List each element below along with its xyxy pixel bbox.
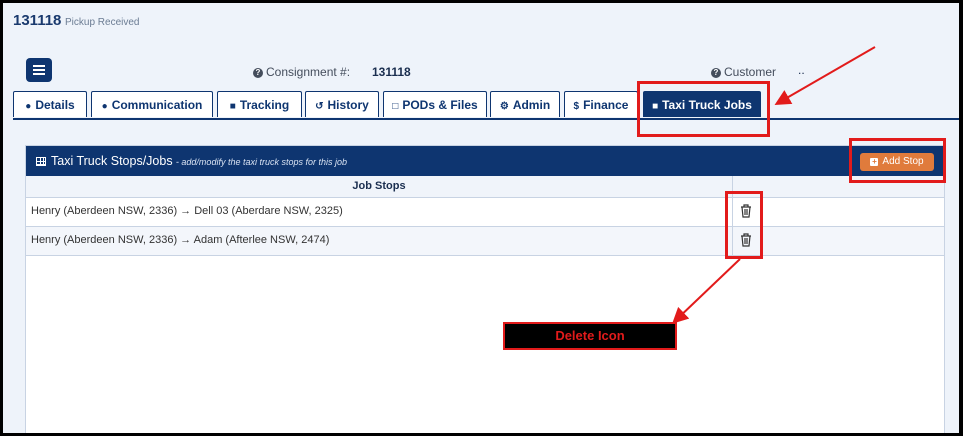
comment-icon: ● [101, 101, 108, 112]
table-header-row: Job Stops [26, 176, 944, 198]
question-icon: ? [711, 68, 721, 78]
taxi-truck-stops-panel: Taxi Truck Stops/Jobs - add/modify the t… [25, 145, 945, 433]
job-stops-cell: Henry (Aberdeen NSW, 2336) → Dell 03 (Ab… [31, 205, 343, 217]
page-frame: 131118 Pickup Received ? Consignment #: 1… [3, 3, 959, 433]
tab-details[interactable]: ● Details [13, 91, 87, 117]
annotation-highlight-delete [725, 191, 763, 259]
user-icon: ● [25, 101, 32, 112]
annotation-highlight-add-stop [849, 138, 946, 183]
table-row: Henry (Aberdeen NSW, 2336) → Adam (After… [26, 227, 944, 256]
hamburger-menu-button[interactable] [26, 58, 52, 82]
consignment-value: 131118 [372, 65, 411, 79]
customer-label: ? Customer [711, 65, 776, 79]
menu-icon-line [33, 69, 45, 71]
history-icon: ↺ [315, 101, 324, 112]
panel-title-text: Taxi Truck Stops/Jobs [51, 154, 173, 168]
delete-icon-annotation-label: Delete Icon [503, 322, 677, 350]
tab-label: Finance [583, 98, 629, 112]
menu-icon-line [33, 73, 45, 75]
tab-label: Communication [111, 98, 203, 112]
menu-icon [33, 65, 45, 67]
table-icon [36, 157, 46, 166]
truck-icon: ■ [229, 101, 236, 112]
job-number: 131118 [13, 12, 62, 29]
file-icon: □ [392, 101, 399, 112]
annotation-highlight-tab [637, 81, 770, 137]
panel-header: Taxi Truck Stops/Jobs - add/modify the t… [26, 146, 944, 176]
tab-finance[interactable]: $ Finance [564, 91, 638, 117]
job-stops-cell: Henry (Aberdeen NSW, 2336) → Adam (After… [31, 234, 330, 246]
dollar-icon: $ [573, 101, 580, 112]
tab-admin[interactable]: ⚙ Admin [490, 91, 560, 117]
job-status: Pickup Received [65, 17, 140, 28]
tab-label: PODs & Files [402, 98, 478, 112]
consignment-label-text: Consignment #: [266, 65, 351, 79]
panel-subtitle: - add/modify the taxi truck stops for th… [175, 157, 347, 167]
tab-pods-files[interactable]: □ PODs & Files [383, 91, 487, 117]
question-icon: ? [253, 68, 263, 78]
panel-title: Taxi Truck Stops/Jobs - add/modify the t… [36, 154, 347, 168]
tab-label: History [327, 98, 369, 112]
tab-label: Details [35, 98, 75, 112]
customer-label-text: Customer [724, 65, 777, 79]
tab-history[interactable]: ↺ History [305, 91, 379, 117]
tab-label: Admin [512, 98, 551, 112]
arrow-to-tab [774, 46, 876, 105]
gear-icon: ⚙ [499, 101, 509, 112]
consignment-label: ? Consignment #: [253, 65, 350, 79]
tab-tracking[interactable]: ■ Tracking [217, 91, 302, 117]
tab-communication[interactable]: ● Communication [91, 91, 213, 117]
customer-value: .. [798, 63, 805, 77]
tab-underline [13, 118, 959, 120]
column-header-job-stops: Job Stops [26, 176, 733, 197]
tab-label: Tracking [239, 98, 290, 112]
table-row: Henry (Aberdeen NSW, 2336) → Dell 03 (Ab… [26, 198, 944, 227]
